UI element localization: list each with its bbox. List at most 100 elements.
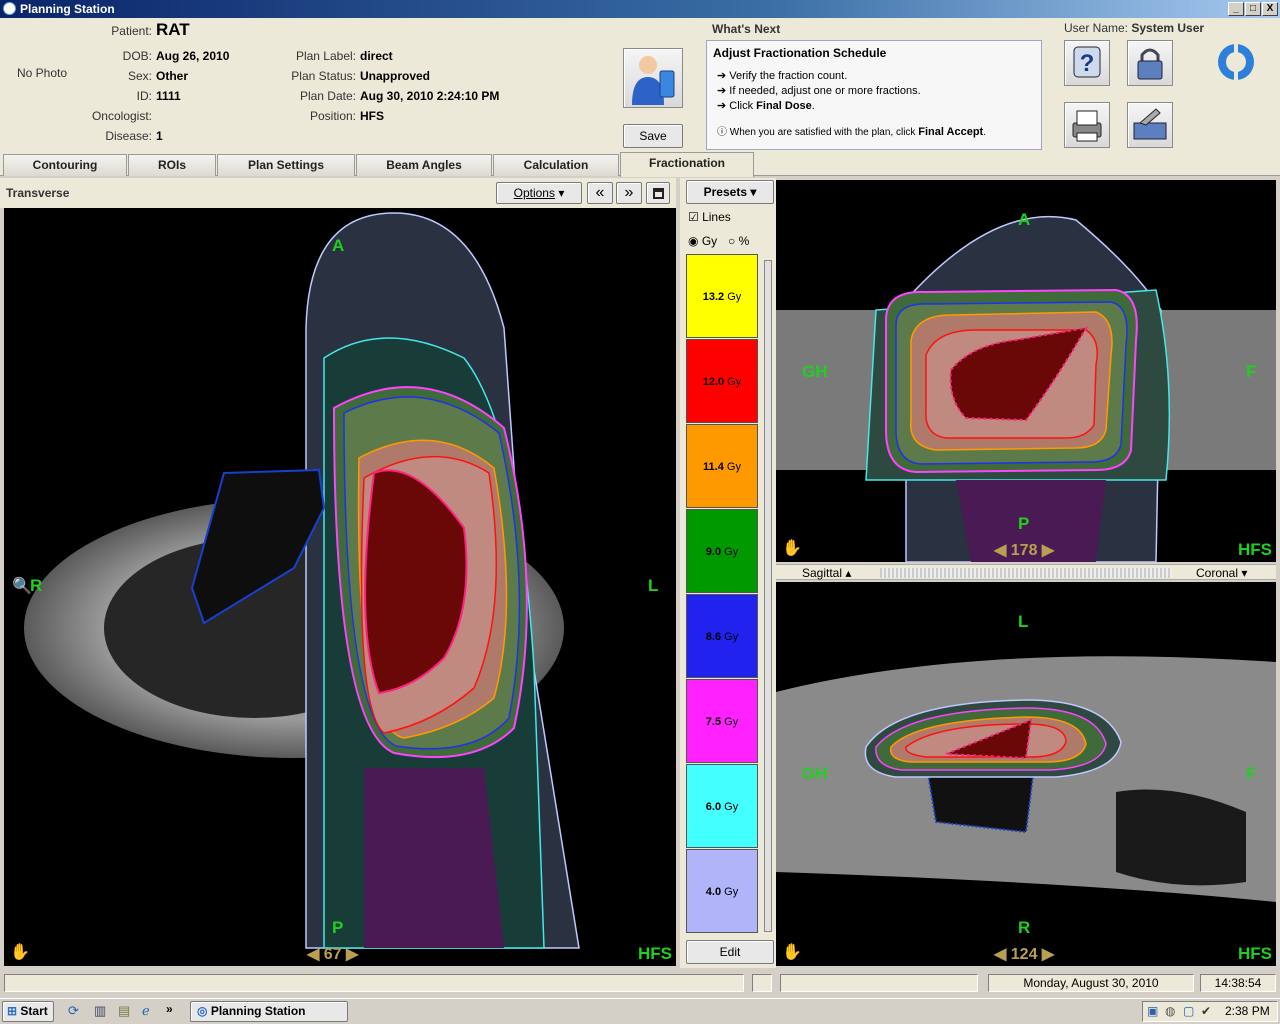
sagittal-selector[interactable]: Sagittal ▴: [802, 566, 851, 580]
slice-next-icon[interactable]: ▶: [346, 946, 358, 963]
minimize-button[interactable]: _: [1228, 2, 1244, 16]
tab-bar: Contouring ROIs Plan Settings Beam Angle…: [0, 152, 1280, 177]
whats-next-panel: Adjust Fractionation Schedule ➔ Verify t…: [706, 40, 1042, 150]
print-icon[interactable]: [1064, 102, 1110, 148]
browser-icon[interactable]: ℯ: [142, 1003, 150, 1019]
transverse-orientation: HFS: [638, 944, 672, 963]
coronal-label-left: GH: [802, 362, 828, 381]
more-icon[interactable]: »: [166, 1002, 173, 1016]
options-dropdown[interactable]: Options ▾: [496, 182, 582, 204]
sagittal-viewer[interactable]: L R GH F HFS ✋ ◀ 124 ▶: [776, 582, 1276, 966]
plan-label-value: direct: [360, 49, 393, 63]
folder-icon[interactable]: ▤: [118, 1003, 130, 1019]
transverse-label-bottom: P: [332, 918, 344, 937]
slice-prev-icon[interactable]: ◀: [994, 542, 1006, 559]
plan-label-label: Plan Label:: [295, 49, 356, 63]
taskbar: ⊞ Start ⟳ ▥ ▤ ℯ » ◎ Planning Station ▣ ◍…: [0, 998, 1280, 1024]
slice-next-icon[interactable]: ▶: [1042, 946, 1054, 963]
legend-item[interactable]: 4.0 Gy: [686, 849, 758, 933]
presets-dropdown[interactable]: Presets ▾: [686, 180, 774, 204]
legend-item[interactable]: 9.0 Gy: [686, 509, 758, 593]
transverse-toolbar: Transverse Options ▾ « »: [0, 178, 676, 208]
edit-button[interactable]: Edit: [686, 940, 774, 964]
quicklaunch-icon[interactable]: ⟳: [68, 1003, 79, 1019]
sagittal-orientation: HFS: [1238, 944, 1272, 963]
sagittal-label-top: L: [1018, 612, 1029, 631]
start-button[interactable]: ⊞ Start: [2, 1001, 54, 1022]
status-bar: Monday, August 30, 2010 14:38:54: [0, 970, 1280, 996]
taskbar-clock: 2:38 PM: [1225, 1004, 1270, 1018]
lines-checkbox[interactable]: ☑ Lines: [688, 210, 731, 224]
svg-text:?: ?: [1080, 50, 1095, 77]
maximize-button[interactable]: □: [1245, 2, 1261, 16]
slice-prev-icon[interactable]: ◀: [994, 946, 1006, 963]
transverse-image: [24, 212, 580, 949]
sagittal-label-bottom: R: [1018, 918, 1031, 937]
tab-contouring[interactable]: Contouring: [3, 154, 127, 176]
tray-icon[interactable]: ✔: [1201, 1003, 1211, 1019]
legend-item[interactable]: 13.2 Gy: [686, 254, 758, 338]
sagittal-slice[interactable]: ◀ 124 ▶: [994, 944, 1054, 964]
coronal-slice[interactable]: ◀ 178 ▶: [994, 540, 1054, 560]
save-button[interactable]: Save: [623, 124, 683, 148]
tab-calculation[interactable]: Calculation: [493, 154, 619, 176]
slice-prev-icon[interactable]: ◀: [307, 946, 319, 963]
desktop-icon[interactable]: ▥: [94, 1003, 106, 1019]
id-label: ID:: [136, 89, 152, 103]
windows-icon: ⊞: [7, 1004, 18, 1018]
accept-note: ⓘ When you are satisfied with the plan, …: [717, 126, 986, 138]
close-button[interactable]: X: [1262, 2, 1278, 16]
tools-icon[interactable]: [1127, 102, 1173, 148]
help-icon[interactable]: ?: [1064, 40, 1110, 86]
legend-scrollbar[interactable]: [764, 260, 772, 932]
splitter-handle[interactable]: [880, 568, 1172, 578]
network-icon[interactable]: ▣: [1147, 1003, 1158, 1019]
status-time: 14:38:54: [1200, 974, 1276, 992]
coronal-viewer[interactable]: A P GH F HFS ✋ ◀ 178 ▶: [776, 180, 1276, 562]
physician-icon[interactable]: [623, 48, 683, 108]
disease-value: 1: [156, 129, 163, 143]
dropdown-arrow-icon: ▾: [750, 185, 757, 199]
patient-label: Patient:: [111, 24, 152, 38]
info-icon: ⓘ: [717, 127, 727, 138]
legend-item[interactable]: 12.0 Gy: [686, 339, 758, 423]
pan-hand-icon[interactable]: ✋: [782, 538, 802, 558]
legend-item[interactable]: 6.0 Gy: [686, 764, 758, 848]
tab-fractionation[interactable]: Fractionation: [620, 152, 754, 177]
step-1: ➔ Verify the fraction count.: [717, 70, 848, 82]
legend-item[interactable]: 11.4 Gy: [686, 424, 758, 508]
sagittal-label-right: F: [1246, 764, 1257, 783]
maximize-view-button[interactable]: [646, 182, 670, 204]
monitor-icon[interactable]: ▢: [1183, 1003, 1194, 1019]
coronal-orientation: HFS: [1238, 540, 1272, 559]
sagittal-image: [776, 656, 1276, 902]
legend-item[interactable]: 7.5 Gy: [686, 679, 758, 763]
dropdown-arrow-icon: ▾: [1241, 566, 1248, 580]
tab-plan-settings[interactable]: Plan Settings: [217, 154, 355, 176]
pan-hand-icon[interactable]: ✋: [10, 942, 30, 962]
patient-name: RAT: [156, 20, 190, 39]
window-title: Planning Station: [20, 2, 115, 16]
pan-hand-icon[interactable]: ✋: [782, 942, 802, 962]
dropdown-arrow-icon: ▾: [558, 186, 565, 200]
percent-radio[interactable]: ○ %: [728, 234, 749, 248]
transverse-slice[interactable]: ◀ 67 ▶: [307, 944, 358, 964]
whats-next-title: Adjust Fractionation Schedule: [713, 46, 887, 60]
dob-value: Aug 26, 2010: [156, 49, 230, 63]
coronal-selector[interactable]: Coronal ▾: [1196, 566, 1247, 580]
volume-icon[interactable]: ◍: [1165, 1003, 1175, 1019]
gy-radio[interactable]: ◉ Gy: [688, 234, 717, 248]
slice-next-icon[interactable]: ▶: [1042, 542, 1054, 559]
step-3: ➔ Click Final Dose.: [717, 100, 815, 112]
tab-rois[interactable]: ROIs: [128, 154, 216, 176]
zoom-icon[interactable]: 🔍: [12, 576, 32, 596]
previous-slice-button[interactable]: «: [587, 182, 613, 204]
legend-item[interactable]: 8.6 Gy: [686, 594, 758, 678]
taskbar-task[interactable]: ◎ Planning Station: [190, 1001, 348, 1022]
next-slice-button[interactable]: »: [616, 182, 642, 204]
lock-icon[interactable]: [1127, 40, 1173, 86]
transverse-viewer[interactable]: A P R L HFS 🔍 ✋ ◀ 67 ▶: [4, 208, 676, 966]
app-logo-icon: [1214, 40, 1258, 84]
tab-beam-angles[interactable]: Beam Angles: [356, 154, 492, 176]
transverse-title: Transverse: [6, 186, 70, 200]
